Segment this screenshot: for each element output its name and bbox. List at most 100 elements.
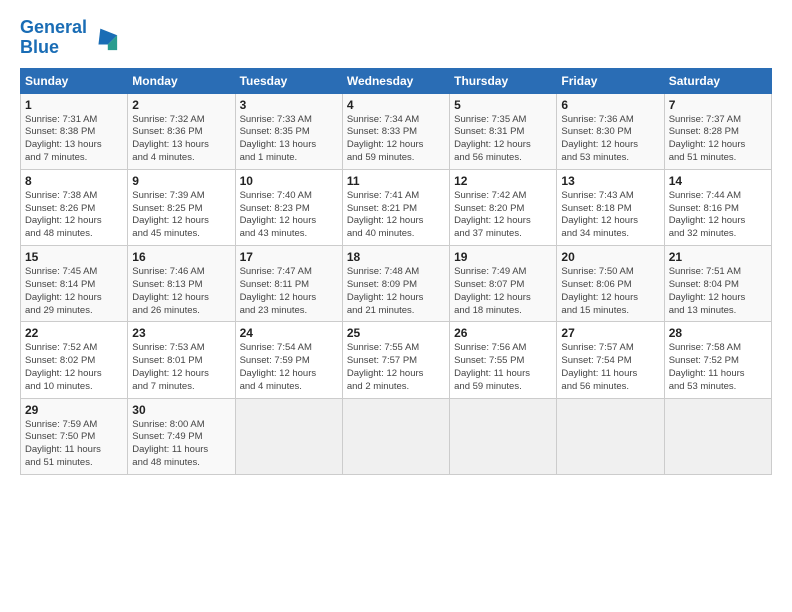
day-number: 3 [240, 98, 338, 112]
day-info: Sunrise: 7:47 AM Sunset: 8:11 PM Dayligh… [240, 266, 338, 317]
day-number: 12 [454, 174, 552, 188]
logo-text: General [20, 18, 87, 38]
day-number: 5 [454, 98, 552, 112]
col-header-saturday: Saturday [664, 68, 771, 93]
day-info: Sunrise: 7:51 AM Sunset: 8:04 PM Dayligh… [669, 266, 767, 317]
day-cell: 27 Sunrise: 7:57 AM Sunset: 7:54 PM Dayli… [557, 322, 664, 398]
day-number: 10 [240, 174, 338, 188]
day-info: Sunrise: 7:36 AM Sunset: 8:30 PM Dayligh… [561, 114, 659, 165]
day-info: Sunrise: 7:35 AM Sunset: 8:31 PM Dayligh… [454, 114, 552, 165]
day-number: 11 [347, 174, 445, 188]
day-number: 13 [561, 174, 659, 188]
col-header-wednesday: Wednesday [342, 68, 449, 93]
col-header-sunday: Sunday [21, 68, 128, 93]
page: General Blue SundayMondayTuesdayWednesda… [0, 0, 792, 485]
day-cell: 25Sunrise: 7:55 AM Sunset: 7:57 PM Dayli… [342, 322, 449, 398]
header: General Blue [20, 18, 772, 58]
day-number: 1 [25, 98, 123, 112]
day-info: Sunrise: 7:31 AM Sunset: 8:38 PM Dayligh… [25, 114, 123, 165]
day-number: 15 [25, 250, 123, 264]
day-number: 25 [347, 326, 445, 340]
day-cell: 8 Sunrise: 7:38 AM Sunset: 8:26 PM Daylig… [21, 169, 128, 245]
day-info: Sunrise: 7:34 AM Sunset: 8:33 PM Dayligh… [347, 114, 445, 165]
day-cell: 20 Sunrise: 7:50 AM Sunset: 8:06 PM Dayli… [557, 246, 664, 322]
header-row: SundayMondayTuesdayWednesdayThursdayFrid… [21, 68, 772, 93]
day-cell: 21Sunrise: 7:51 AM Sunset: 8:04 PM Dayli… [664, 246, 771, 322]
day-cell [664, 398, 771, 474]
day-info: Sunrise: 7:39 AM Sunset: 8:25 PM Dayligh… [132, 190, 230, 241]
logo-blue: Blue [20, 38, 87, 58]
day-cell: 2 Sunrise: 7:32 AM Sunset: 8:36 PM Daylig… [128, 93, 235, 169]
day-cell: 13 Sunrise: 7:43 AM Sunset: 8:18 PM Dayli… [557, 169, 664, 245]
day-number: 14 [669, 174, 767, 188]
day-number: 23 [132, 326, 230, 340]
day-cell: 17 Sunrise: 7:47 AM Sunset: 8:11 PM Dayli… [235, 246, 342, 322]
day-info: Sunrise: 7:58 AM Sunset: 7:52 PM Dayligh… [669, 342, 767, 393]
day-number: 17 [240, 250, 338, 264]
week-row-5: 29 Sunrise: 7:59 AM Sunset: 7:50 PM Dayli… [21, 398, 772, 474]
day-number: 30 [132, 403, 230, 417]
day-info: Sunrise: 7:32 AM Sunset: 8:36 PM Dayligh… [132, 114, 230, 165]
day-number: 29 [25, 403, 123, 417]
day-info: Sunrise: 7:50 AM Sunset: 8:06 PM Dayligh… [561, 266, 659, 317]
day-info: Sunrise: 7:33 AM Sunset: 8:35 PM Dayligh… [240, 114, 338, 165]
day-cell: 11 Sunrise: 7:41 AM Sunset: 8:21 PM Dayli… [342, 169, 449, 245]
day-info: Sunrise: 7:42 AM Sunset: 8:20 PM Dayligh… [454, 190, 552, 241]
day-info: Sunrise: 7:45 AM Sunset: 8:14 PM Dayligh… [25, 266, 123, 317]
day-number: 2 [132, 98, 230, 112]
day-cell: 24 Sunrise: 7:54 AM Sunset: 7:59 PM Dayli… [235, 322, 342, 398]
day-cell: 26Sunrise: 7:56 AM Sunset: 7:55 PM Dayli… [450, 322, 557, 398]
day-info: Sunrise: 7:43 AM Sunset: 8:18 PM Dayligh… [561, 190, 659, 241]
day-info: Sunrise: 7:49 AM Sunset: 8:07 PM Dayligh… [454, 266, 552, 317]
day-cell: 6 Sunrise: 7:36 AM Sunset: 8:30 PM Daylig… [557, 93, 664, 169]
day-number: 27 [561, 326, 659, 340]
col-header-tuesday: Tuesday [235, 68, 342, 93]
day-cell: 12 Sunrise: 7:42 AM Sunset: 8:20 PM Dayli… [450, 169, 557, 245]
col-header-thursday: Thursday [450, 68, 557, 93]
day-cell: 29 Sunrise: 7:59 AM Sunset: 7:50 PM Dayli… [21, 398, 128, 474]
day-cell: 30 Sunrise: 8:00 AM Sunset: 7:49 PM Dayli… [128, 398, 235, 474]
col-header-friday: Friday [557, 68, 664, 93]
day-number: 24 [240, 326, 338, 340]
day-cell: 22 Sunrise: 7:52 AM Sunset: 8:02 PM Dayli… [21, 322, 128, 398]
day-number: 7 [669, 98, 767, 112]
day-info: Sunrise: 7:59 AM Sunset: 7:50 PM Dayligh… [25, 419, 123, 470]
day-info: Sunrise: 7:52 AM Sunset: 8:02 PM Dayligh… [25, 342, 123, 393]
week-row-1: 1 Sunrise: 7:31 AM Sunset: 8:38 PM Daylig… [21, 93, 772, 169]
day-cell: 18 Sunrise: 7:48 AM Sunset: 8:09 PM Dayli… [342, 246, 449, 322]
day-info: Sunrise: 7:53 AM Sunset: 8:01 PM Dayligh… [132, 342, 230, 393]
day-info: Sunrise: 7:48 AM Sunset: 8:09 PM Dayligh… [347, 266, 445, 317]
day-info: Sunrise: 7:40 AM Sunset: 8:23 PM Dayligh… [240, 190, 338, 241]
day-number: 9 [132, 174, 230, 188]
day-cell [342, 398, 449, 474]
day-number: 6 [561, 98, 659, 112]
day-info: Sunrise: 8:00 AM Sunset: 7:49 PM Dayligh… [132, 419, 230, 470]
day-cell: 14 Sunrise: 7:44 AM Sunset: 8:16 PM Dayli… [664, 169, 771, 245]
day-info: Sunrise: 7:38 AM Sunset: 8:26 PM Dayligh… [25, 190, 123, 241]
logo-icon [91, 24, 119, 52]
day-cell: 9 Sunrise: 7:39 AM Sunset: 8:25 PM Daylig… [128, 169, 235, 245]
calendar-table: SundayMondayTuesdayWednesdayThursdayFrid… [20, 68, 772, 475]
day-cell: 28 Sunrise: 7:58 AM Sunset: 7:52 PM Dayli… [664, 322, 771, 398]
day-number: 20 [561, 250, 659, 264]
day-cell [235, 398, 342, 474]
day-info: Sunrise: 7:37 AM Sunset: 8:28 PM Dayligh… [669, 114, 767, 165]
day-cell: 3 Sunrise: 7:33 AM Sunset: 8:35 PM Daylig… [235, 93, 342, 169]
day-cell: 15 Sunrise: 7:45 AM Sunset: 8:14 PM Dayli… [21, 246, 128, 322]
day-number: 28 [669, 326, 767, 340]
day-info: Sunrise: 7:44 AM Sunset: 8:16 PM Dayligh… [669, 190, 767, 241]
day-number: 8 [25, 174, 123, 188]
day-info: Sunrise: 7:57 AM Sunset: 7:54 PM Dayligh… [561, 342, 659, 393]
day-info: Sunrise: 7:41 AM Sunset: 8:21 PM Dayligh… [347, 190, 445, 241]
week-row-4: 22 Sunrise: 7:52 AM Sunset: 8:02 PM Dayli… [21, 322, 772, 398]
day-cell [557, 398, 664, 474]
day-cell: 1 Sunrise: 7:31 AM Sunset: 8:38 PM Daylig… [21, 93, 128, 169]
day-info: Sunrise: 7:46 AM Sunset: 8:13 PM Dayligh… [132, 266, 230, 317]
logo-blue-text: Blue [20, 37, 59, 57]
day-number: 22 [25, 326, 123, 340]
day-cell: 4Sunrise: 7:34 AM Sunset: 8:33 PM Daylig… [342, 93, 449, 169]
day-number: 18 [347, 250, 445, 264]
logo-general: General [20, 17, 87, 37]
day-number: 19 [454, 250, 552, 264]
day-info: Sunrise: 7:54 AM Sunset: 7:59 PM Dayligh… [240, 342, 338, 393]
